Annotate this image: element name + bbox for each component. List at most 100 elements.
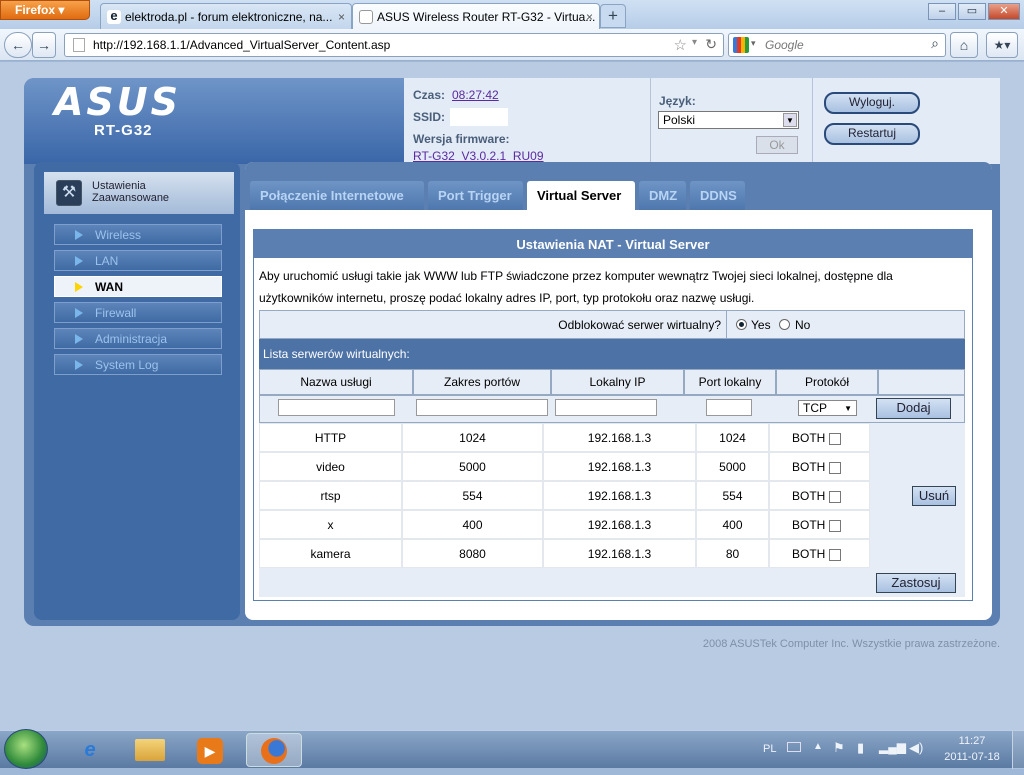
sidebar-item-label: System Log	[95, 358, 159, 372]
forward-button[interactable]: →	[32, 32, 56, 58]
protocol-select[interactable]: TCP ▼	[798, 400, 857, 416]
column-header	[878, 369, 965, 395]
chevron-down-icon: ▼	[783, 113, 797, 127]
row-select-checkbox[interactable]	[829, 432, 842, 445]
column-header: Lokalny IP	[551, 369, 684, 395]
bookmarks-menu-button[interactable]: ★▾	[986, 32, 1018, 58]
page-icon	[73, 38, 85, 52]
minimize-button[interactable]: –	[928, 3, 956, 20]
cell-ports: 400	[402, 510, 543, 539]
cell-ports: 8080	[402, 539, 543, 568]
sidebar-item-wan[interactable]: WAN	[54, 276, 222, 297]
keyboard-icon[interactable]	[787, 742, 801, 752]
url-bar[interactable]: http://192.168.1.1/Advanced_VirtualServe…	[64, 33, 724, 57]
local-port-input[interactable]	[706, 399, 752, 416]
tab-port-trigger[interactable]: Port Trigger	[428, 181, 523, 210]
volume-icon[interactable]: ◀)	[909, 740, 923, 756]
row-select-checkbox[interactable]	[829, 490, 842, 503]
clock-date[interactable]: 2011-07-18	[938, 751, 1006, 763]
column-header: Port lokalny	[684, 369, 776, 395]
cell-protocol: BOTH	[769, 481, 870, 510]
internet-explorer-icon[interactable]: e	[64, 733, 116, 767]
search-icon[interactable]: ⌕	[931, 35, 939, 52]
sidebar-item-system-log[interactable]: System Log	[54, 354, 222, 375]
sidebar-item-firewall[interactable]: Firewall	[54, 302, 222, 323]
language-ok-button[interactable]: Ok	[756, 136, 798, 154]
language-indicator[interactable]: PL	[763, 743, 776, 755]
section-title: Ustawienia NAT - Virtual Server	[254, 230, 972, 258]
time-value[interactable]: 08:27:42	[452, 88, 499, 102]
row-select-checkbox[interactable]	[829, 461, 842, 474]
show-desktop-button[interactable]	[1012, 731, 1024, 769]
protocol-text: BOTH	[792, 460, 826, 474]
media-player-icon[interactable]: ▶	[184, 733, 236, 767]
tab-ddns[interactable]: DDNS	[690, 181, 745, 210]
network-signal-icon[interactable]: ▂▄▆	[879, 740, 906, 754]
asus-logo: ASUS RT-G32	[54, 82, 234, 139]
row-select-checkbox[interactable]	[829, 519, 842, 532]
arrow-right-icon	[75, 360, 83, 370]
arrow-right-icon	[75, 334, 83, 344]
sidebar-item-lan[interactable]: LAN	[54, 250, 222, 271]
language-select[interactable]: Polski ▼	[658, 111, 799, 129]
logout-button[interactable]: Wyloguj.	[824, 92, 920, 114]
sidebar-item-label: LAN	[95, 254, 119, 268]
browser-tab-elektroda[interactable]: e elektroda.pl - forum elektroniczne, na…	[100, 3, 352, 29]
firmware-value[interactable]: RT-G32_V3.0.2.1_RU09	[413, 149, 544, 163]
no-radio[interactable]	[779, 319, 790, 330]
port-range-input[interactable]	[416, 399, 548, 416]
cell-protocol: BOTH	[769, 452, 870, 481]
browser-tab-asus[interactable]: ASUS Wireless Router RT-G32 - Virtua... …	[352, 3, 600, 30]
sidebar-header: ⚒ Ustawienia Zaawansowane	[44, 172, 234, 214]
dropdown-arrow-icon[interactable]: ▾	[692, 37, 697, 48]
back-button[interactable]: ←	[4, 32, 32, 58]
action-center-flag-icon[interactable]: ⚑	[833, 740, 845, 756]
tab-close-icon[interactable]: ×	[338, 10, 345, 24]
clock-time[interactable]: 11:27	[942, 735, 1002, 747]
sidebar-item-wireless[interactable]: Wireless	[54, 224, 222, 245]
show-hidden-icons-icon[interactable]: ▲	[813, 741, 823, 752]
elektroda-favicon-icon: e	[107, 9, 121, 24]
folder-icon[interactable]	[124, 733, 176, 767]
enable-question: Odblokować serwer wirtualny?	[558, 318, 721, 332]
restart-button[interactable]: Restartuj	[824, 123, 920, 145]
remove-button[interactable]: Usuń	[912, 486, 956, 506]
reload-icon[interactable]: ↻	[705, 36, 717, 53]
cell-protocol: BOTH	[769, 539, 870, 568]
cell-ports: 5000	[402, 452, 543, 481]
new-tab-button[interactable]: +	[600, 4, 626, 28]
service-name-input[interactable]	[278, 399, 395, 416]
yes-radio[interactable]	[736, 319, 747, 330]
firefox-icon[interactable]	[246, 733, 302, 767]
search-bar[interactable]: ▾ Google ⌕	[728, 33, 946, 57]
enable-row: Odblokować serwer wirtualny? Yes No	[259, 310, 965, 339]
search-placeholder: Google	[765, 38, 804, 52]
bookmark-star-icon[interactable]: ☆	[674, 36, 687, 54]
tab-po-czenie-internetowe[interactable]: Połączenie Internetowe	[250, 181, 424, 210]
close-window-button[interactable]: ✕	[988, 3, 1020, 20]
cell-ip: 192.168.1.3	[543, 452, 696, 481]
cell-name: video	[259, 452, 402, 481]
tab-dmz[interactable]: DMZ	[639, 181, 686, 210]
no-label: No	[795, 318, 811, 332]
add-button[interactable]: Dodaj	[876, 398, 951, 419]
apply-button[interactable]: Zastosuj	[876, 573, 956, 593]
arrow-right-icon	[75, 230, 83, 240]
sidebar-item-administracja[interactable]: Administracja	[54, 328, 222, 349]
sidebar-item-label: WAN	[95, 280, 123, 294]
row-select-checkbox[interactable]	[829, 548, 842, 561]
windows-start-button[interactable]	[4, 729, 48, 769]
tab-virtual-server[interactable]: Virtual Server	[527, 181, 635, 210]
cell-protocol: BOTH	[769, 423, 870, 452]
local-ip-input[interactable]	[555, 399, 657, 416]
tab-close-icon[interactable]: ×	[586, 10, 593, 24]
firefox-menu-button[interactable]: Firefox ▾	[0, 0, 90, 20]
cell-name: rtsp	[259, 481, 402, 510]
home-button[interactable]: ⌂	[950, 32, 978, 58]
chevron-down-icon: ▼	[844, 404, 852, 413]
ssid-label: SSID:	[413, 110, 446, 124]
power-icon[interactable]: ▮	[857, 740, 864, 756]
maximize-button[interactable]: ▭	[958, 3, 986, 20]
arrow-right-icon	[75, 282, 83, 292]
sidebar-item-label: Wireless	[95, 228, 142, 242]
